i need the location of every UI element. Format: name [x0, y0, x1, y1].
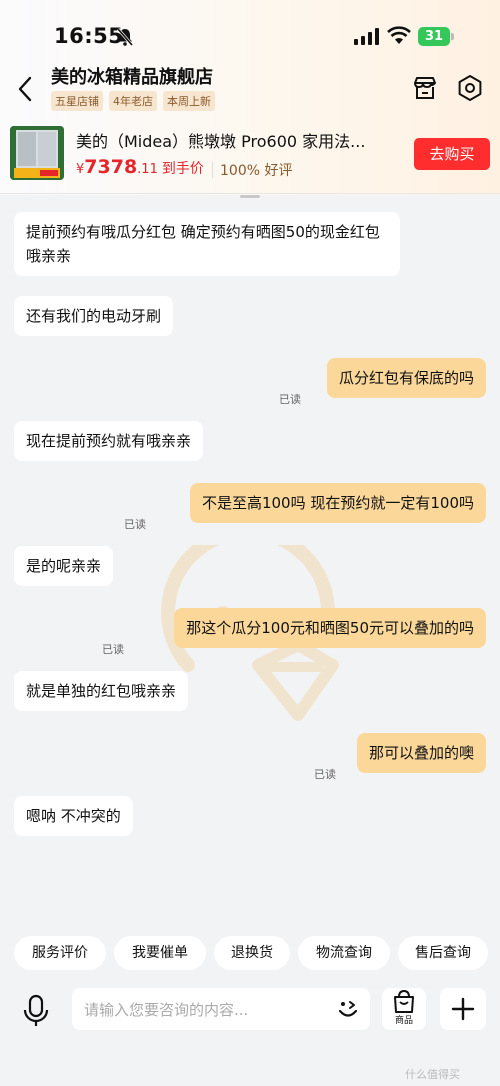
message-bubble-mine[interactable]: 那可以叠加的噢 — [356, 733, 486, 773]
buy-button[interactable]: 去购买 — [414, 138, 490, 170]
message-bubble-mine[interactable]: 不是至高100吗 现在预约就一定有100吗 — [189, 483, 486, 523]
message-bubble[interactable]: 还有我们的电动牙刷 — [14, 296, 174, 336]
watermark-text: 什么值得买 — [405, 1068, 460, 1081]
price-main: 7378 — [84, 156, 138, 178]
product-thumbnail[interactable] — [10, 126, 64, 180]
quick-action-return[interactable]: 退换货 — [214, 936, 290, 970]
read-receipt: 已读 — [279, 393, 301, 406]
quick-action-after-sales[interactable]: 售后查询 — [398, 936, 488, 970]
product-title[interactable]: 美的（Midea）熊墩墩 Pro600 家用法... — [76, 128, 398, 152]
quick-action-logistics[interactable]: 物流查询 — [298, 936, 390, 970]
shop-badge: 五星店铺 — [51, 91, 103, 111]
cellular-signal-icon — [354, 28, 379, 45]
read-receipt: 已读 — [102, 643, 124, 656]
goods-button-label: 商品 — [394, 1016, 413, 1026]
mute-bell-icon — [116, 28, 134, 46]
shopping-bag-icon — [394, 989, 414, 1013]
battery-cap — [451, 33, 454, 40]
read-receipt: 已读 — [124, 518, 146, 531]
plus-icon — [451, 997, 475, 1021]
status-bar: 16:55 31 — [0, 0, 500, 62]
settings-icon[interactable] — [456, 74, 484, 102]
product-price: ¥7378.11 到手价 — [76, 156, 204, 178]
shop-name[interactable]: 美的冰箱精品旗舰店 — [51, 63, 213, 89]
status-time: 16:55 — [54, 24, 124, 48]
watermark-logo-icon — [161, 545, 339, 721]
message-bubble-mine[interactable]: 瓜分红包有保底的吗 — [326, 358, 486, 398]
back-arrow-icon[interactable] — [14, 74, 38, 104]
shop-badge: 4年老店 — [109, 91, 157, 111]
product-rating: 100% 好评 — [220, 163, 293, 179]
more-button[interactable] — [440, 988, 486, 1030]
battery-level: 31 — [418, 27, 450, 46]
message-bubble[interactable]: 嗯呐 不冲突的 — [14, 796, 133, 836]
divider — [212, 162, 213, 178]
shop-badge: 本周上新 — [163, 91, 215, 111]
emoji-icon[interactable] — [335, 996, 361, 1022]
message-bubble[interactable]: 就是单独的红包哦亲亲 — [14, 671, 189, 711]
header-divider — [0, 193, 500, 194]
message-bubble[interactable]: 现在提前预约就有哦亲亲 — [14, 421, 204, 461]
message-bubble[interactable]: 是的呢亲亲 — [14, 546, 114, 586]
shop-badges: 五星店铺 4年老店 本周上新 — [51, 91, 215, 111]
store-icon[interactable] — [411, 74, 439, 102]
message-bubble[interactable]: 提前预约有哦瓜分红包 确定预约有晒图50的现金红包哦亲亲 — [14, 212, 400, 276]
message-input-placeholder: 请输入您要咨询的内容... — [84, 1001, 249, 1019]
battery-indicator: 31 — [418, 27, 454, 46]
read-receipt: 已读 — [314, 768, 336, 781]
message-input[interactable]: 请输入您要咨询的内容... — [72, 988, 370, 1030]
microphone-icon[interactable] — [14, 990, 58, 1030]
price-decimal: .11 — [137, 162, 158, 177]
quick-action-review[interactable]: 服务评价 — [14, 936, 106, 970]
wifi-icon — [387, 26, 411, 44]
price-tag: 到手价 — [161, 161, 204, 177]
goods-button[interactable]: 商品 — [382, 988, 426, 1030]
fridge-image-icon — [10, 126, 64, 180]
message-bubble-mine[interactable]: 那这个瓜分100元和晒图50元可以叠加的吗 — [174, 608, 486, 648]
drag-handle[interactable] — [240, 195, 260, 198]
quick-action-urge-order[interactable]: 我要催单 — [114, 936, 206, 970]
